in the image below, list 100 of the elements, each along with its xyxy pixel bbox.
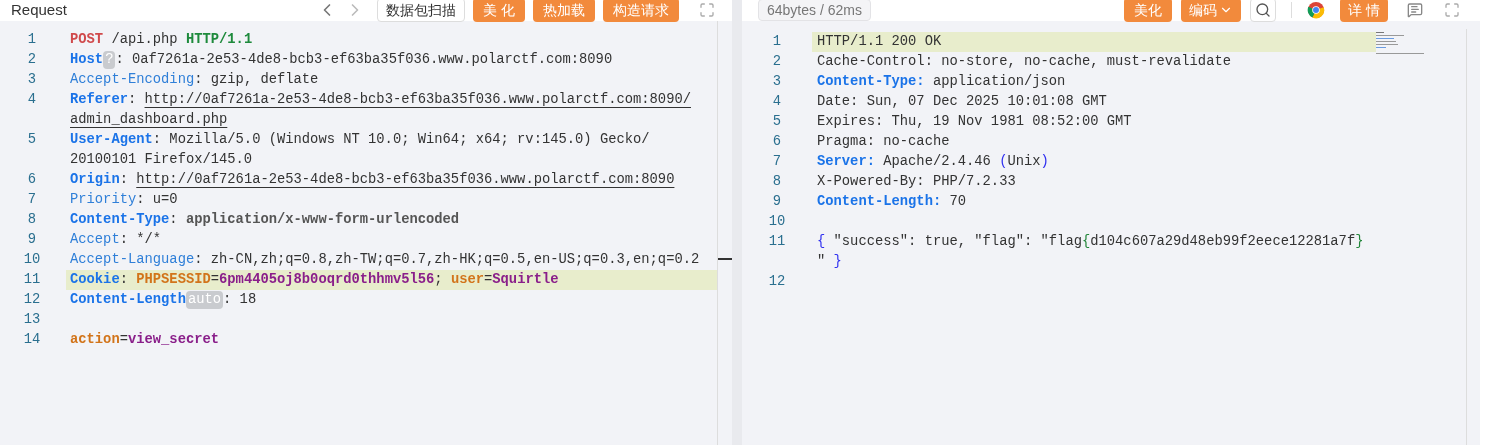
line-number: 12 xyxy=(22,291,42,309)
code-token: user xyxy=(450,272,484,287)
encoding-dropdown[interactable]: 编码 xyxy=(1181,0,1242,22)
url-link[interactable]: http://0af7261a-2e53-4de8-bcb3-ef63ba35f036.www.polarctf.com:8090/ xyxy=(144,92,691,107)
hint-badge: ? xyxy=(103,51,116,69)
code-token: Referer xyxy=(70,92,128,107)
code-token: Accept-Language xyxy=(70,252,195,267)
code-token: application/x-www-form-urlencoded xyxy=(185,212,460,227)
line-number: 10 xyxy=(767,213,787,231)
comment-icon[interactable] xyxy=(1407,2,1423,18)
code-token: : */* xyxy=(119,232,162,247)
line-number: 1 xyxy=(771,33,783,51)
panel-title: Request xyxy=(11,0,68,20)
code-token: : xyxy=(119,172,129,187)
line-number: 8 xyxy=(26,211,38,229)
code-token: Cookie xyxy=(70,272,120,287)
fullscreen-icon[interactable] xyxy=(1444,2,1460,18)
code-token: Content-Length xyxy=(70,292,186,307)
code-token: : u=0 xyxy=(136,192,178,207)
line-number: 8 xyxy=(771,173,783,191)
code-token: : xyxy=(119,272,129,287)
code-token: ( xyxy=(999,154,1008,169)
line-number: 9 xyxy=(26,231,38,249)
code-token: HTTP/1.1 200 OK xyxy=(817,34,942,49)
code-token: = xyxy=(484,272,493,287)
code-token: } xyxy=(1355,234,1364,249)
code-token: d104c607a29d48eb99f2eece12281a7f xyxy=(1090,234,1356,249)
line-number: 3 xyxy=(26,71,38,89)
code-token: action xyxy=(70,332,120,347)
line-number: 11 xyxy=(767,233,787,251)
line-number: 4 xyxy=(26,91,38,109)
line-number: 7 xyxy=(26,191,38,209)
line-number: 12 xyxy=(767,273,787,291)
code-token: Server: xyxy=(817,154,875,169)
line-number: 5 xyxy=(26,131,38,149)
code-token: Accept-Encoding xyxy=(70,72,195,87)
code-token: PHPSESSID xyxy=(136,272,211,287)
line-number: 9 xyxy=(771,193,783,211)
code-token: Date: Sun, 07 Dec 2025 10:01:08 GMT xyxy=(817,94,1107,109)
code-token: : zh-CN,zh;q=0.8,zh-TW;q=0.7,zh-HK;q=0.5,en-US;q=0.3,en;q=0.2 xyxy=(194,252,700,267)
line-number: 7 xyxy=(771,153,783,171)
code-token: /api.php xyxy=(110,32,179,47)
code-token: X-Powered-By: PHP/7.2.33 xyxy=(817,174,1016,189)
line-number: 2 xyxy=(26,51,38,69)
code-token: POST xyxy=(70,32,104,47)
line-number: 2 xyxy=(771,53,783,71)
action-button[interactable]: 构造请求 xyxy=(603,0,679,22)
code-token: "success": true, "flag": "flag xyxy=(832,234,1082,249)
code-token: Priority xyxy=(70,192,137,207)
search-button[interactable] xyxy=(1250,0,1277,22)
action-button[interactable]: 美化 xyxy=(1124,0,1173,22)
code-token: Accept xyxy=(70,232,120,247)
code-token: = xyxy=(210,272,220,287)
line-number: 10 xyxy=(22,251,42,269)
minimap-drawing xyxy=(1376,32,1426,56)
code-token: : xyxy=(169,212,179,227)
code-token: : Mozilla/5.0 (Windows NT 10.0; Win64; x64; rv:145.0) Gecko/ xyxy=(152,132,650,147)
code-token: Origin xyxy=(70,172,120,187)
code-token: : 18 xyxy=(223,292,257,307)
code-token: { xyxy=(817,234,826,249)
code-token: Squirtle xyxy=(492,272,559,287)
search-icon xyxy=(1255,2,1272,18)
code-token: 20100101 Firefox/145.0 xyxy=(70,152,253,167)
code-token: : gzip, deflate xyxy=(194,72,319,87)
line-number: 13 xyxy=(22,311,42,329)
code-token: 6pm4405oj8b0oqrd0thhmv5l56 xyxy=(219,272,435,287)
code-token: Apache/2.4.46 xyxy=(882,154,992,169)
code-token: Expires: Thu, 19 Nov 1981 08:52:00 GMT xyxy=(817,114,1132,129)
code-token: Content-Type xyxy=(70,212,170,227)
code-token: : xyxy=(127,92,138,107)
code-token: Unix xyxy=(1007,154,1041,169)
action-button[interactable]: 美 化 xyxy=(473,0,525,22)
url-link[interactable]: admin_dashboard.php xyxy=(70,112,228,127)
code-token: ) xyxy=(1040,154,1049,169)
line-number: 5 xyxy=(771,113,783,131)
code-token: view_secret xyxy=(127,332,220,347)
scan-button[interactable]: 数据包扫描 xyxy=(377,0,466,22)
browser-icon[interactable] xyxy=(1307,1,1326,19)
code-token: " xyxy=(817,254,827,269)
line-number: 14 xyxy=(22,331,42,349)
line-number: 3 xyxy=(771,73,783,91)
action-button[interactable]: 热加载 xyxy=(533,0,595,22)
line-number: 1 xyxy=(26,31,38,49)
code-token: User-Agent xyxy=(70,132,153,147)
code-token: 70 xyxy=(948,194,967,209)
code-token: Content-Type: xyxy=(817,74,925,89)
code-token: Content-Length: xyxy=(817,194,942,209)
code-token: } xyxy=(833,254,842,269)
line-number: 6 xyxy=(771,133,783,151)
url-link[interactable]: http://0af7261a-2e53-4de8-bcb3-ef63ba35f036.www.polarctf.com:8090 xyxy=(136,172,675,187)
code-token: HTTP/1.1 xyxy=(185,32,253,47)
code-token: ; xyxy=(434,272,444,287)
code-token: Pragma: no-cache xyxy=(817,134,950,149)
fullscreen-icon[interactable] xyxy=(699,2,715,18)
response-stats: 64bytes / 62ms xyxy=(758,0,871,21)
line-number: 6 xyxy=(26,171,38,189)
line-number: 4 xyxy=(771,93,783,111)
details-button[interactable]: 详 情 xyxy=(1340,0,1388,22)
code-token: Host xyxy=(70,52,104,67)
code-token: = xyxy=(119,332,128,347)
